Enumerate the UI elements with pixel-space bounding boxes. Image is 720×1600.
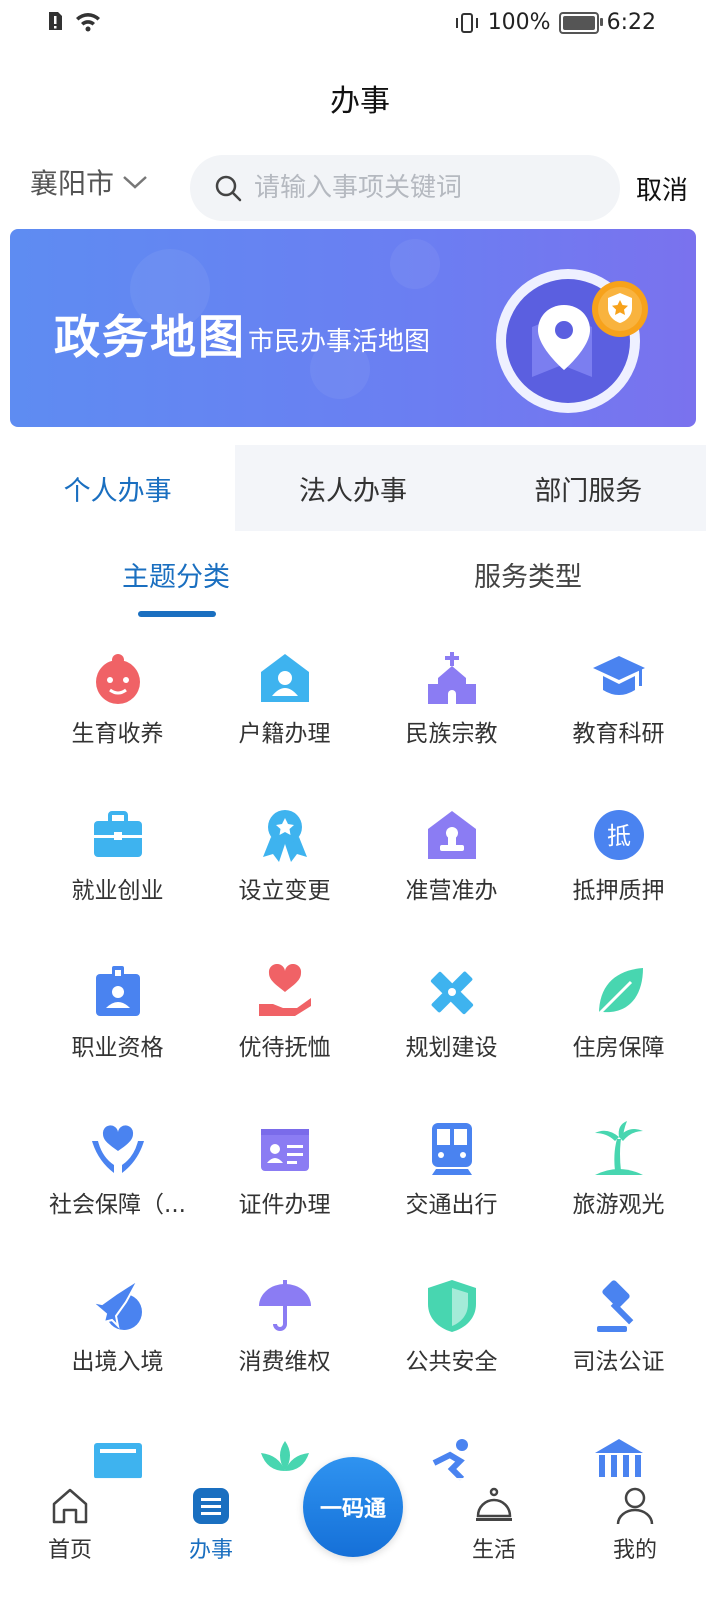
home-icon [52, 1488, 88, 1524]
user-icon [616, 1487, 654, 1525]
category-item[interactable]: 出境入境 [34, 1278, 201, 1398]
gov-map-banner[interactable]: 政务地图 市民办事活地图 [10, 229, 696, 427]
palm-tree-icon [594, 1121, 643, 1175]
heart-hands-icon [91, 1125, 144, 1173]
city-label: 襄阳市 [30, 167, 115, 200]
category-item[interactable]: 住房保障 [535, 964, 702, 1084]
banner-title: 政务地图 [54, 310, 246, 364]
award-ribbon-icon [262, 810, 307, 862]
nav-mine[interactable]: 我的 [585, 1486, 685, 1564]
id-card-icon [260, 1129, 309, 1171]
category-item[interactable]: 职业资格 [34, 964, 201, 1084]
train-icon [431, 1123, 472, 1175]
service-bell-icon [476, 1487, 512, 1521]
subtab-indicator [138, 611, 216, 617]
mortgage-icon: 抵 [593, 810, 644, 860]
cancel-button[interactable]: 取消 [636, 170, 688, 207]
one-code-button[interactable]: 一码通 [303, 1457, 403, 1557]
primary-tabs: 个人办事 法人办事 部门服务 [0, 445, 706, 531]
category-item[interactable]: 优待抚恤 [201, 964, 368, 1084]
page-title: 办事 [330, 84, 390, 119]
category-item[interactable]: 社会保障（... [34, 1121, 201, 1241]
leaf-icon [597, 968, 643, 1016]
tab-department[interactable]: 部门服务 [470, 445, 706, 531]
subtab-service-type[interactable]: 服务类型 [474, 555, 582, 594]
nav-home[interactable]: 首页 [20, 1486, 120, 1564]
tab-legal-person[interactable]: 法人办事 [235, 445, 471, 531]
category-item[interactable]: 公共安全 [368, 1278, 535, 1398]
list-doc-icon [193, 1488, 229, 1524]
category-item[interactable]: 消费维权 [201, 1278, 368, 1398]
map-pin-badge-icon [496, 269, 648, 413]
clock: 6:22 [606, 10, 656, 35]
category-item[interactable]: 抵 抵押质押 [535, 807, 702, 927]
category-item[interactable]: 证件办理 [201, 1121, 368, 1241]
airplane-globe-icon [89, 1279, 142, 1330]
gavel-icon [596, 1280, 633, 1332]
category-item[interactable]: 教育科研 [535, 650, 702, 770]
house-person-icon [260, 654, 309, 702]
church-icon [427, 652, 476, 704]
briefcase-icon [93, 811, 142, 857]
nav-life[interactable]: 生活 [444, 1486, 544, 1564]
category-item[interactable]: 旅游观光 [535, 1121, 702, 1241]
category-item[interactable]: 司法公证 [535, 1278, 702, 1398]
category-item[interactable]: 生育收养 [34, 650, 201, 770]
shield-icon [427, 1280, 476, 1332]
battery-icon [558, 11, 603, 34]
nav-affairs[interactable]: 办事 [161, 1486, 261, 1564]
category-item[interactable]: 户籍办理 [201, 650, 368, 770]
id-badge-icon [95, 966, 140, 1016]
search-bar[interactable] [190, 155, 620, 221]
category-item[interactable]: 交通出行 [368, 1121, 535, 1241]
chevron-down-icon [123, 176, 147, 189]
vibrate-icon [455, 12, 478, 33]
category-item[interactable]: 民族宗教 [368, 650, 535, 770]
banner-subtitle: 市民办事活地图 [248, 327, 431, 357]
subtab-theme[interactable]: 主题分类 [122, 555, 230, 594]
graduation-cap-icon [592, 656, 645, 695]
search-icon [214, 174, 242, 202]
tab-personal[interactable]: 个人办事 [0, 445, 236, 531]
category-item[interactable]: 设立变更 [201, 807, 368, 927]
category-item[interactable]: 准营准办 [368, 807, 535, 927]
category-item[interactable]: 规划建设 [368, 964, 535, 1084]
baby-icon [95, 654, 140, 704]
battery-percent: 100% [487, 10, 551, 35]
search-input[interactable] [252, 172, 596, 204]
sub-tabs: 主题分类 服务类型 [0, 555, 720, 625]
wifi-icon [76, 13, 100, 32]
ruler-pencil-icon [430, 971, 473, 1015]
city-selector[interactable]: 襄阳市 [30, 162, 148, 202]
svg-text:抵: 抵 [607, 822, 631, 850]
category-item[interactable]: 就业创业 [34, 807, 201, 927]
umbrella-icon [258, 1280, 311, 1331]
alert-sim-icon [49, 12, 62, 30]
stamp-house-icon [427, 811, 476, 859]
status-bar: 100% 6:22 [0, 0, 720, 50]
heart-hand-icon [258, 964, 311, 1016]
